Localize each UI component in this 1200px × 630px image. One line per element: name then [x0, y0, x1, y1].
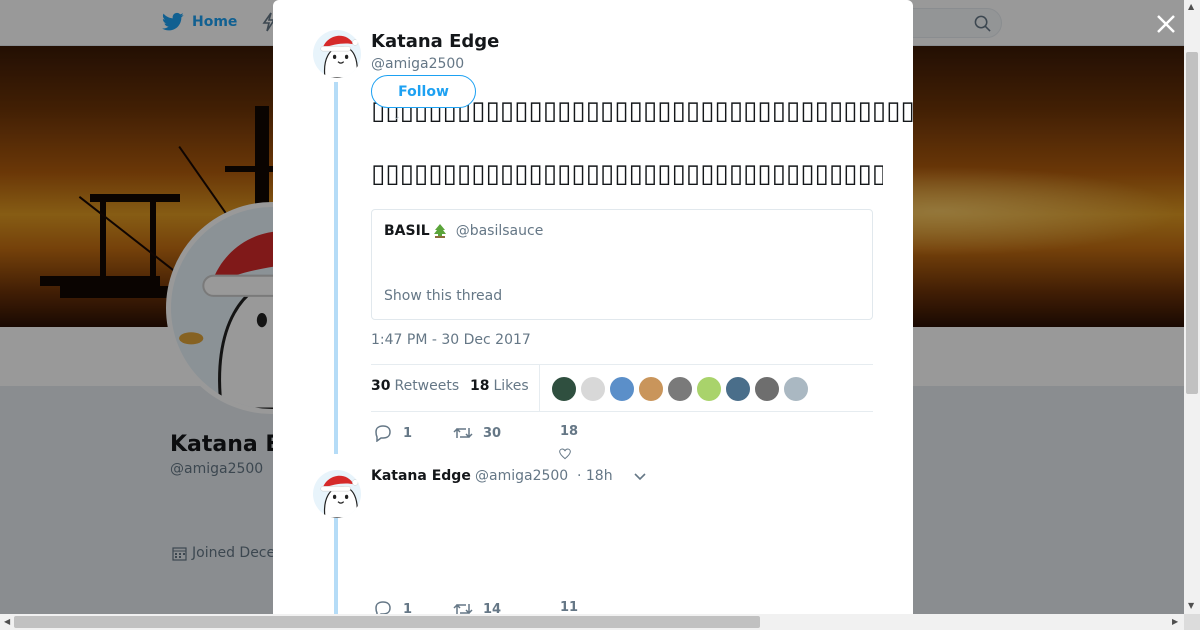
- tweet-author-avatar[interactable]: [313, 30, 361, 78]
- follow-button[interactable]: Follow: [371, 75, 476, 108]
- liker-avatar[interactable]: [638, 376, 664, 402]
- reply-count: 1: [403, 601, 413, 615]
- scroll-right-arrow-icon[interactable]: ▶: [1172, 617, 1178, 626]
- scroll-down-arrow-icon[interactable]: ▼: [1188, 601, 1194, 610]
- horizontal-scroll-thumb[interactable]: [14, 616, 760, 628]
- reply-icon: [375, 601, 391, 614]
- liker-avatar[interactable]: [783, 376, 809, 402]
- tweet-stats: 30 Retweets 18 Likes: [371, 364, 873, 412]
- reply-icon: [375, 425, 391, 442]
- reply-author-name[interactable]: Katana Edge: [371, 468, 471, 484]
- retweets-count: 30: [371, 378, 391, 394]
- likes-count: 18: [470, 378, 490, 394]
- retweet-action[interactable]: 14: [453, 600, 501, 614]
- like-action[interactable]: 18: [532, 424, 579, 460]
- horizontal-scrollbar[interactable]: ◀ ▶: [0, 614, 1184, 630]
- chevron-down-icon[interactable]: ⌄: [393, 112, 401, 122]
- retweet-action[interactable]: 30: [453, 424, 501, 442]
- thread-connector-line: [334, 82, 338, 454]
- reply-action[interactable]: 1: [373, 424, 412, 442]
- liker-avatar[interactable]: [580, 376, 606, 402]
- tweet-permalink-modal: Katana Edge @amiga2500 ▯▯▯▯▯▯▯▯▯▯▯▯▯▯▯▯▯…: [273, 0, 913, 614]
- liker-avatar[interactable]: [696, 376, 722, 402]
- heart-icon: [559, 448, 571, 460]
- quoted-author-handle: @basilsauce: [455, 223, 544, 239]
- christmas-tree-icon: [433, 224, 446, 238]
- liker-avatar[interactable]: [754, 376, 780, 402]
- reply-time[interactable]: · 18h: [577, 468, 613, 484]
- chevron-down-icon[interactable]: [633, 470, 647, 484]
- liker-avatar[interactable]: [667, 376, 693, 402]
- tweet-author-handle[interactable]: @amiga2500: [371, 56, 464, 72]
- like-count: 11: [560, 600, 579, 614]
- show-thread-link[interactable]: Show this thread: [384, 288, 502, 304]
- scroll-left-arrow-icon[interactable]: ◀: [4, 617, 10, 626]
- reply-author-handle[interactable]: @amiga2500: [475, 468, 568, 484]
- vertical-scroll-thumb[interactable]: [1186, 52, 1198, 394]
- stats-divider: [539, 365, 540, 411]
- like-action[interactable]: 11: [532, 600, 578, 614]
- tweet-author-name[interactable]: Katana Edge: [371, 31, 499, 52]
- retweet-icon: [453, 427, 473, 439]
- reply-count: 1: [403, 425, 413, 441]
- like-count: 18: [560, 424, 579, 439]
- retweets-stat[interactable]: 30 Retweets: [371, 378, 459, 394]
- likes-stat[interactable]: 18 Likes: [470, 378, 529, 394]
- vertical-scrollbar[interactable]: ▲ ▼: [1184, 0, 1200, 614]
- tweet-timestamp[interactable]: 1:47 PM - 30 Dec 2017: [371, 332, 531, 348]
- reply-action[interactable]: 1: [373, 600, 412, 614]
- ghost-santa-avatar-icon: [313, 470, 361, 518]
- retweet-count: 14: [483, 601, 502, 615]
- reply-author-avatar[interactable]: [313, 470, 361, 518]
- close-icon[interactable]: [1154, 12, 1178, 36]
- quoted-author: BASIL @basilsauce: [384, 223, 543, 239]
- retweets-label: Retweets: [394, 378, 460, 394]
- scrollbar-corner: [1184, 614, 1200, 630]
- retweet-count: 30: [483, 425, 502, 441]
- quoted-tweet-card[interactable]: BASIL @basilsauce Show this thread: [371, 209, 873, 320]
- liker-avatar[interactable]: [551, 376, 577, 402]
- quoted-author-name: BASIL: [384, 223, 430, 239]
- scroll-up-arrow-icon[interactable]: ▲: [1188, 2, 1194, 11]
- liker-avatar[interactable]: [609, 376, 635, 402]
- tweet-text-line: ▯▯▯▯▯▯▯▯▯▯▯▯▯▯▯▯▯▯▯▯▯▯▯▯▯▯▯▯▯▯▯▯▯▯▯▯▯▯▯▯…: [371, 159, 883, 189]
- liker-avatar[interactable]: [725, 376, 751, 402]
- ghost-santa-avatar-icon: [313, 30, 361, 78]
- retweet-icon: [453, 603, 473, 614]
- thread-connector-line: [334, 518, 338, 614]
- likes-label: Likes: [493, 378, 529, 394]
